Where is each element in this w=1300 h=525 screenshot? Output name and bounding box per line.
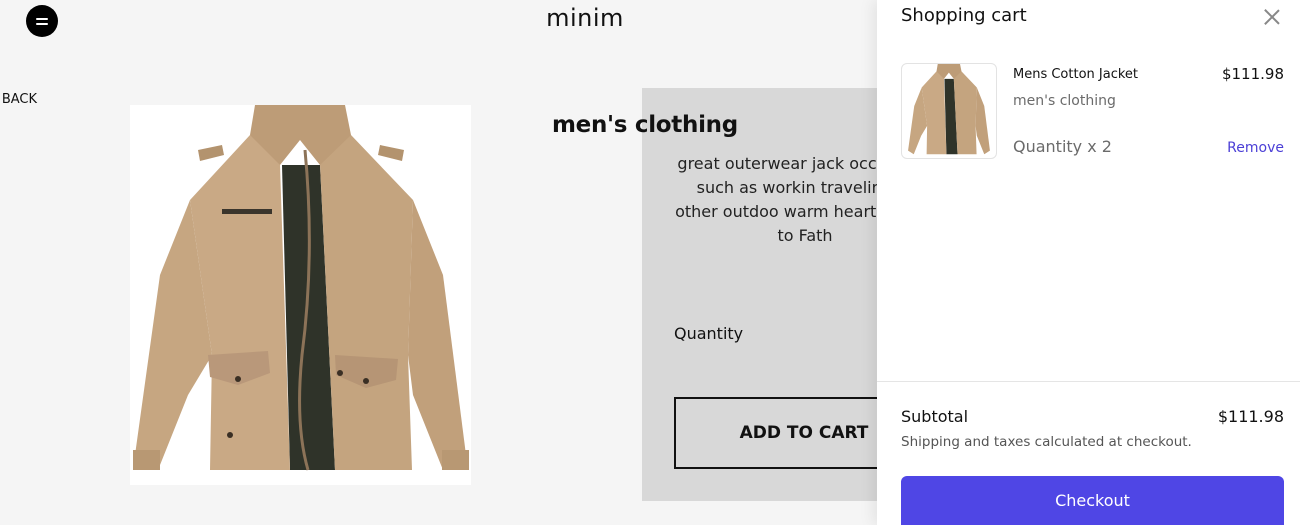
cart-item-quantity: Quantity x 2 xyxy=(1013,137,1112,156)
checkout-button[interactable]: Checkout xyxy=(901,476,1284,525)
cart-item-name[interactable]: Mens Cotton Jacket xyxy=(1013,67,1138,82)
product-category: men's clothing xyxy=(552,112,738,138)
chevron-left-icon: ‹ xyxy=(0,94,1,106)
jacket-thumbnail-image xyxy=(908,64,990,155)
back-link[interactable]: ‹ BACK xyxy=(0,92,37,107)
shipping-note: Shipping and taxes calculated at checkou… xyxy=(901,434,1192,450)
remove-button[interactable]: Remove xyxy=(1227,140,1284,156)
product-image xyxy=(130,105,471,485)
back-label: BACK xyxy=(1,92,37,107)
cart-item: Mens Cotton Jacket $111.98 men's clothin… xyxy=(901,63,1284,159)
quantity-label: Quantity xyxy=(674,324,744,343)
subtotal-value: $111.98 xyxy=(1217,407,1284,426)
cart-item-price: $111.98 xyxy=(1221,65,1284,83)
jacket-image xyxy=(133,105,469,471)
close-icon[interactable] xyxy=(1264,9,1280,25)
divider xyxy=(877,381,1300,382)
shopping-cart-drawer: Shopping cart Mens Cotton Jacket $111.98… xyxy=(877,0,1300,525)
cart-item-thumbnail[interactable] xyxy=(901,63,997,159)
subtotal-label: Subtotal xyxy=(901,407,969,426)
cart-item-category: men's clothing xyxy=(1013,93,1116,109)
cart-title: Shopping cart xyxy=(901,5,1027,26)
